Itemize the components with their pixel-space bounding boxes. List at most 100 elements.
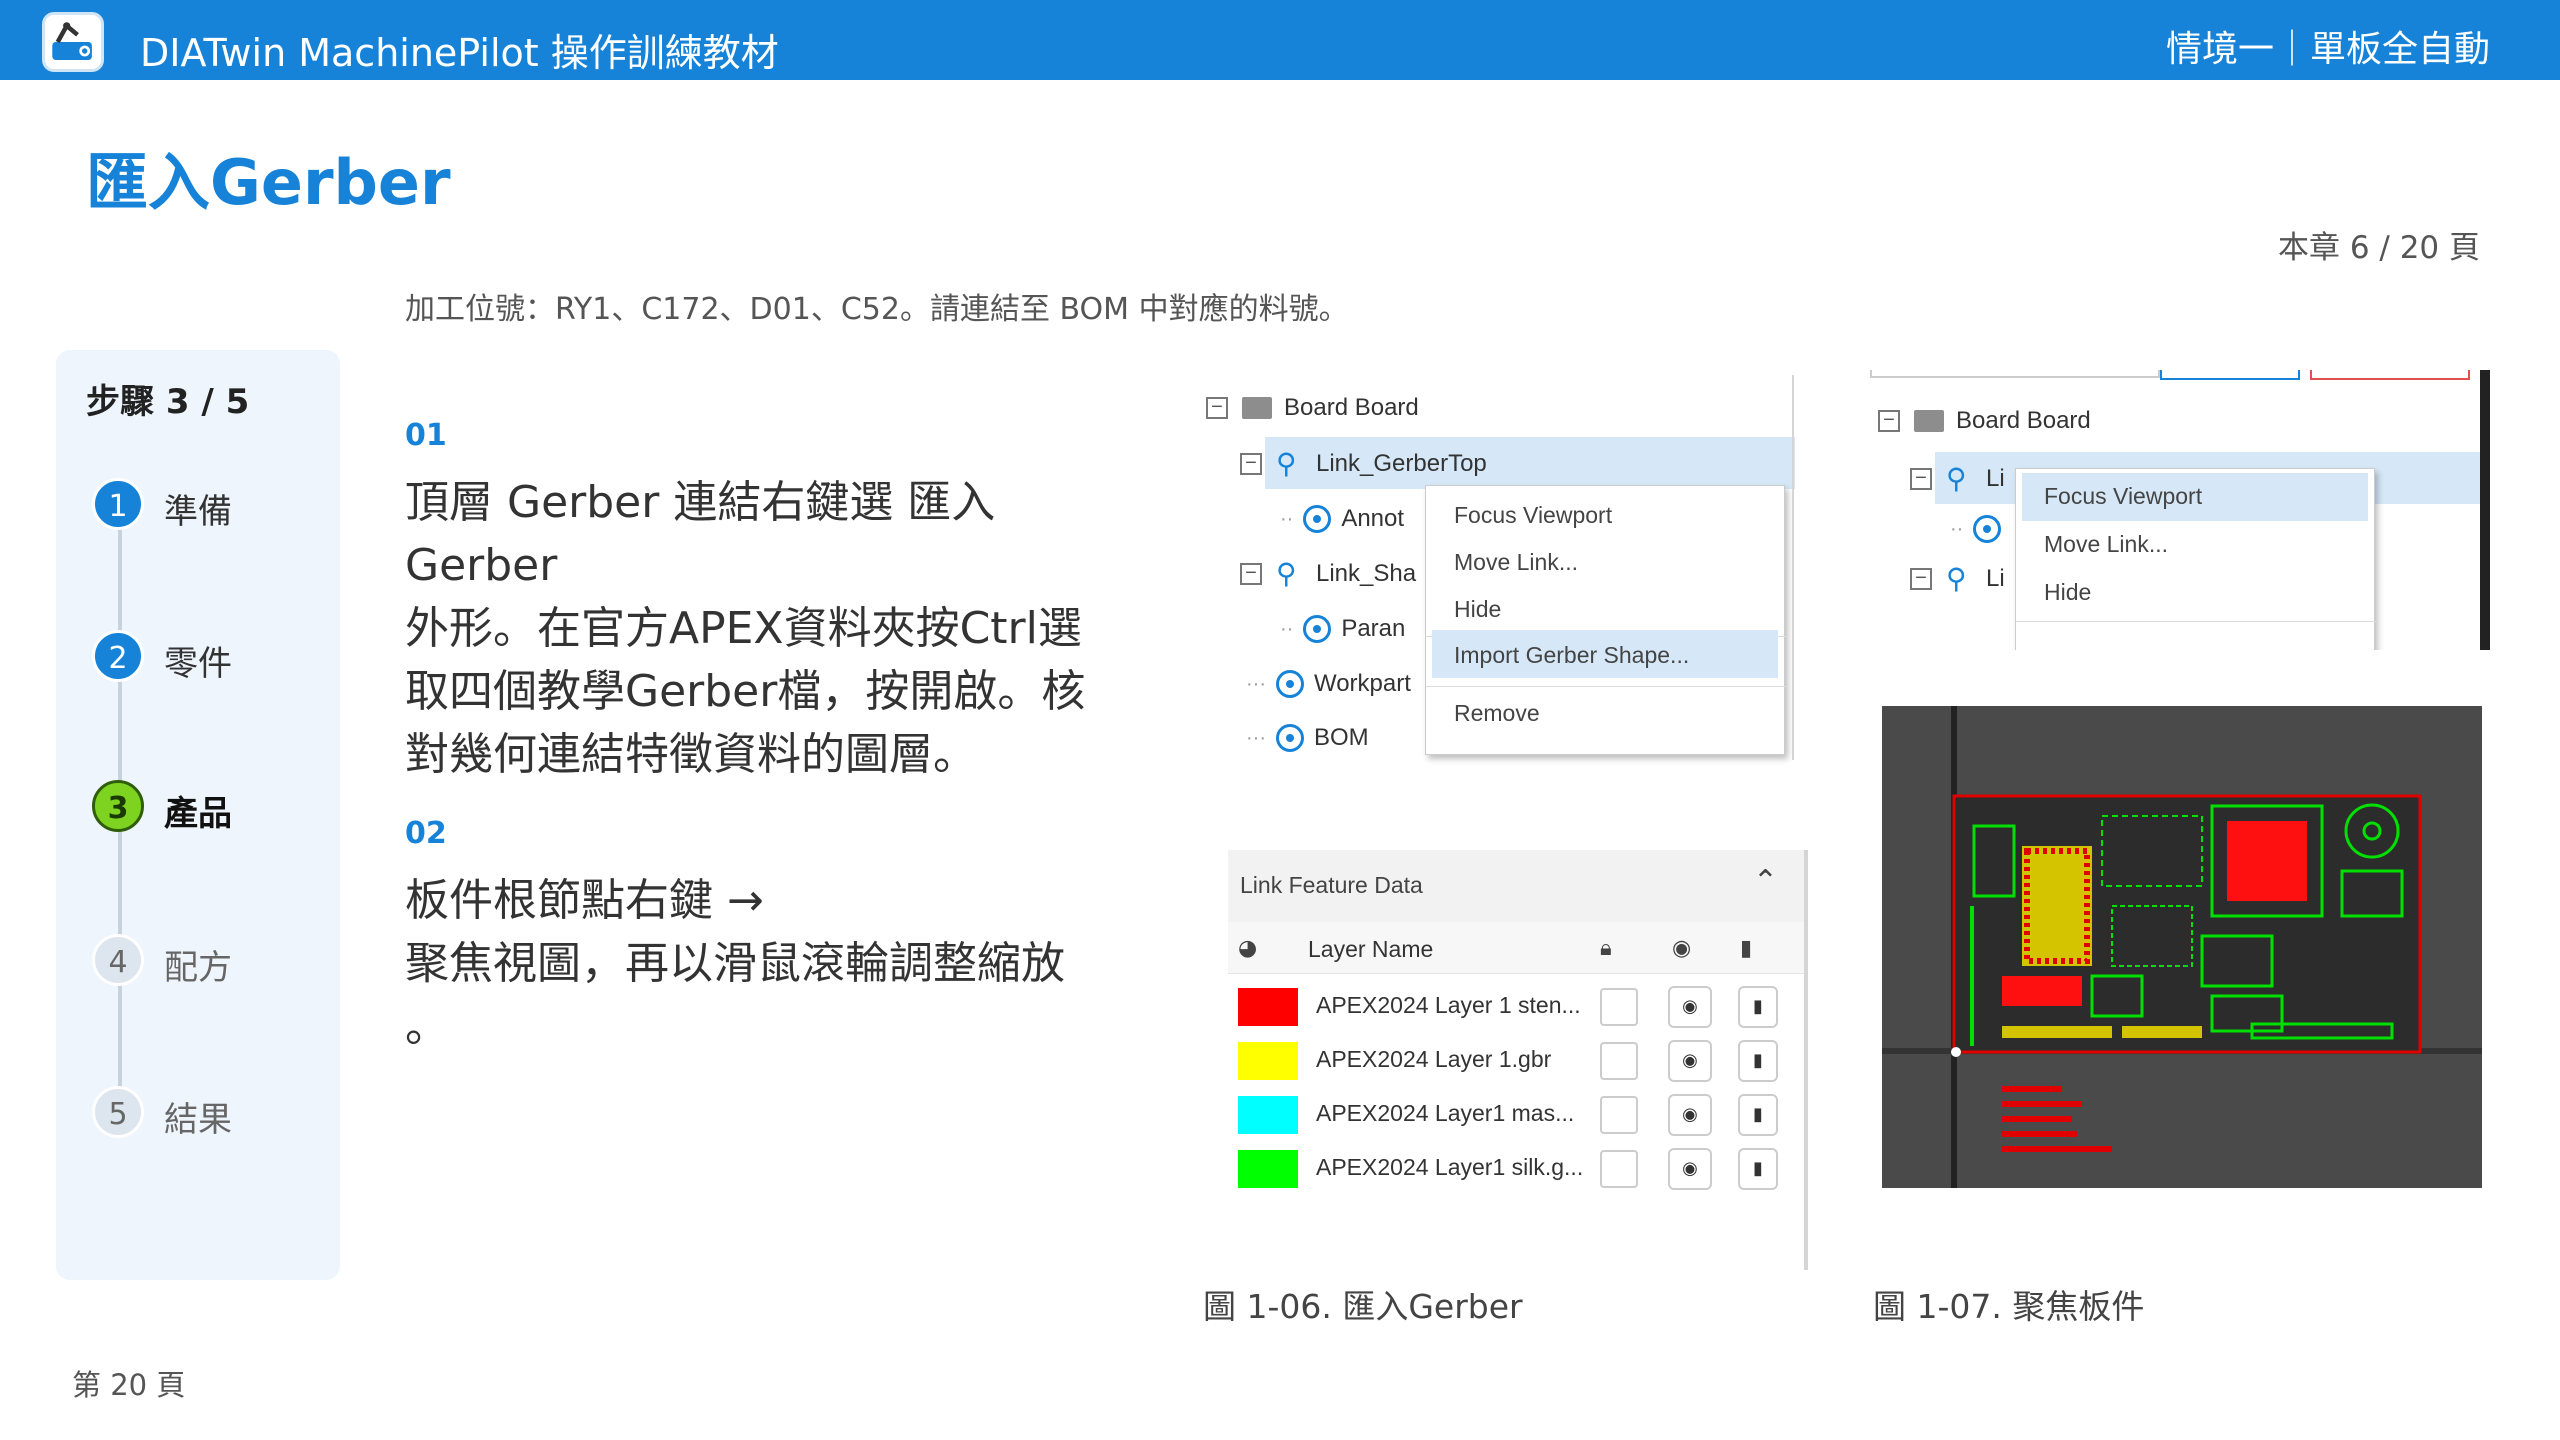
- link-icon: ⚲: [1276, 448, 1297, 479]
- collapse-icon[interactable]: −: [1240, 453, 1262, 475]
- instruction-line: 聚焦視圖，再以滑鼠滾輪調整縮放: [405, 938, 1065, 989]
- tree-node-workpart[interactable]: ··· Workpart: [1246, 661, 1411, 707]
- feature-panel-header[interactable]: Link Feature Data ⌃: [1228, 850, 1808, 922]
- layer-name: APEX2024 Layer1 silk.g...: [1316, 1154, 1584, 1180]
- feature-panel-title: Link Feature Data: [1240, 872, 1423, 898]
- tree-node-link[interactable]: − ⚲ Li: [1910, 456, 2005, 502]
- instruction-line: 外形。在官方APEX資料夾按Ctrl選: [405, 603, 1082, 654]
- lock-checkbox[interactable]: [1600, 1150, 1638, 1188]
- menu-item-import-gerber-shape[interactable]: Import Gerber Shape...: [1454, 642, 1689, 669]
- step-item-recipe[interactable]: 4 配方: [92, 934, 322, 988]
- menu-item-hide[interactable]: Hide: [2044, 579, 2091, 606]
- figure-link-feature-data: Link Feature Data ⌃ ◕ Layer Name 🔒︎ ◉ ▮ …: [1228, 850, 1808, 1270]
- viewport-edge: [2480, 370, 2490, 650]
- delete-trash-icon[interactable]: ▮: [1738, 1040, 1778, 1082]
- lock-checkbox[interactable]: [1600, 1096, 1638, 1134]
- lock-checkbox[interactable]: [1600, 1042, 1638, 1080]
- collapse-icon[interactable]: −: [1878, 410, 1900, 432]
- lock-checkbox[interactable]: [1600, 988, 1638, 1026]
- tree-node-label: Link_GerberTop: [1316, 450, 1487, 477]
- delete-trash-icon[interactable]: ▮: [1738, 1094, 1778, 1136]
- layer-color-swatch[interactable]: [1238, 1096, 1298, 1134]
- collapse-icon[interactable]: −: [1240, 563, 1262, 585]
- layer-name: APEX2024 Layer1 mas...: [1316, 1100, 1575, 1126]
- tree-node-label: Annot: [1341, 505, 1405, 532]
- steps-panel: 步驟 3 / 5 1 準備 2 零件 3 產品 4 配方 5 結果: [56, 350, 340, 1280]
- toolbar-button-edge: [2310, 370, 2470, 380]
- tree-node-feature[interactable]: ··: [1950, 506, 2011, 552]
- context-menu: Focus Viewport Move Link... Hide: [2015, 468, 2376, 650]
- figure-pcb-viewport: [1882, 706, 2482, 1188]
- layer-row[interactable]: APEX2024 Layer 1.gbr ◉ ▮: [1228, 1032, 1808, 1086]
- column-layer-name: Layer Name: [1308, 936, 1434, 962]
- link-icon: ⚲: [1276, 558, 1297, 589]
- step-label: 結果: [164, 1100, 232, 1140]
- tree-connector-icon: ··: [1280, 617, 1294, 640]
- tree-node-board[interactable]: − Board Board: [1878, 398, 2091, 444]
- step-number-badge: 3: [92, 780, 144, 832]
- step-label: 產品: [164, 794, 232, 834]
- figure-caption: 圖 1-07. 聚焦板件: [1873, 1287, 2145, 1326]
- instruction-line: Gerber: [405, 540, 558, 591]
- panel-edge: [1804, 850, 1808, 1270]
- tree-connector-icon: ···: [1246, 726, 1266, 749]
- context-menu: Focus Viewport Move Link... Hide Import …: [1425, 485, 1786, 755]
- step-label: 零件: [164, 644, 232, 684]
- menu-item-hide[interactable]: Hide: [1454, 596, 1501, 623]
- instruction-line: 頂層 Gerber 連結右鍵選 匯入: [405, 477, 996, 528]
- menu-item-move-link[interactable]: Move Link...: [2044, 531, 2168, 558]
- figure-import-gerber-tree: − Board Board − ⚲ Link_GerberTop ·· Anno…: [1200, 375, 1800, 760]
- collapse-icon[interactable]: −: [1206, 397, 1228, 419]
- lock-icon[interactable]: 🔒︎: [1600, 936, 1612, 961]
- tree-node-link[interactable]: − ⚲ Li: [1910, 556, 2005, 602]
- feature-table-header: ◕ Layer Name 🔒︎ ◉ ▮: [1228, 922, 1808, 974]
- instruction-number: 02: [405, 816, 447, 851]
- tree-node-link-shape[interactable]: − ⚲ Link_Sha: [1240, 551, 1416, 597]
- delete-trash-icon[interactable]: ▮: [1738, 1148, 1778, 1190]
- layer-row[interactable]: APEX2024 Layer1 mas... ◉ ▮: [1228, 1086, 1808, 1140]
- header-bar: DIATwin MachinePilot 操作訓練教材 情境一｜單板全自動: [0, 0, 2560, 80]
- link-icon: ⚲: [1946, 463, 1967, 494]
- instruction-line: 取四個教學Gerber檔，按開啟。核: [405, 666, 1086, 717]
- layer-color-swatch[interactable]: [1238, 1042, 1298, 1080]
- instruction-block-01: 01 頂層 Gerber 連結右鍵選 匯入 Gerber 外形。在官方APEX資…: [405, 418, 1125, 786]
- step-item-result[interactable]: 5 結果: [92, 1086, 322, 1140]
- visibility-eye-icon[interactable]: ◉: [1668, 986, 1712, 1028]
- step-item-prepare[interactable]: 1 準備: [92, 478, 322, 532]
- tree-node-label: Link_Sha: [1316, 560, 1417, 587]
- delete-trash-icon[interactable]: ▮: [1738, 986, 1778, 1028]
- tree-node-bom[interactable]: ··· BOM: [1246, 715, 1369, 761]
- tree-node-label: Board Board: [1956, 407, 2091, 434]
- menu-item-focus-viewport[interactable]: Focus Viewport: [1454, 502, 1612, 529]
- step-item-product[interactable]: 3 產品: [92, 780, 322, 834]
- tree-node-label: Li: [1986, 465, 2005, 492]
- tree-node-annot[interactable]: ·· Annot: [1280, 496, 1404, 542]
- layer-row[interactable]: APEX2024 Layer 1 sten... ◉ ▮: [1228, 978, 1808, 1032]
- tree-node-board[interactable]: − Board Board: [1206, 385, 1419, 431]
- trash-icon[interactable]: ▮: [1740, 936, 1752, 961]
- instruction-line: 板件根節點右鍵 →: [405, 875, 764, 926]
- tree-node-param[interactable]: ·· Paran: [1280, 606, 1405, 652]
- menu-item-focus-viewport[interactable]: Focus Viewport: [2044, 483, 2202, 510]
- panel-edge: [1792, 375, 1794, 760]
- visibility-eye-icon[interactable]: ◉: [1668, 1148, 1712, 1190]
- feature-node-icon: [1973, 515, 2002, 543]
- feature-node-icon: [1303, 615, 1332, 643]
- page-number: 第 20 頁: [72, 1368, 186, 1402]
- eye-icon[interactable]: ◉: [1672, 936, 1691, 961]
- instruction-text: 頂層 Gerber 連結右鍵選 匯入 Gerber 外形。在官方APEX資料夾按…: [405, 471, 1125, 786]
- step-item-parts[interactable]: 2 零件: [92, 630, 322, 684]
- layer-color-swatch[interactable]: [1238, 1150, 1298, 1188]
- menu-item-remove[interactable]: Remove: [1454, 700, 1540, 727]
- collapse-icon[interactable]: −: [1910, 468, 1932, 490]
- layer-row[interactable]: APEX2024 Layer1 silk.g... ◉ ▮: [1228, 1140, 1808, 1194]
- visibility-eye-icon[interactable]: ◉: [1668, 1040, 1712, 1082]
- step-label: 配方: [164, 948, 232, 988]
- tree-node-link-gerbertop[interactable]: − ⚲ Link_GerberTop: [1240, 441, 1487, 487]
- menu-item-move-link[interactable]: Move Link...: [1454, 549, 1578, 576]
- collapse-icon[interactable]: −: [1910, 568, 1932, 590]
- layer-color-swatch[interactable]: [1238, 988, 1298, 1026]
- visibility-eye-icon[interactable]: ◉: [1668, 1094, 1712, 1136]
- chevron-up-icon[interactable]: ⌃: [1753, 864, 1778, 899]
- menu-separator: [2016, 621, 2376, 622]
